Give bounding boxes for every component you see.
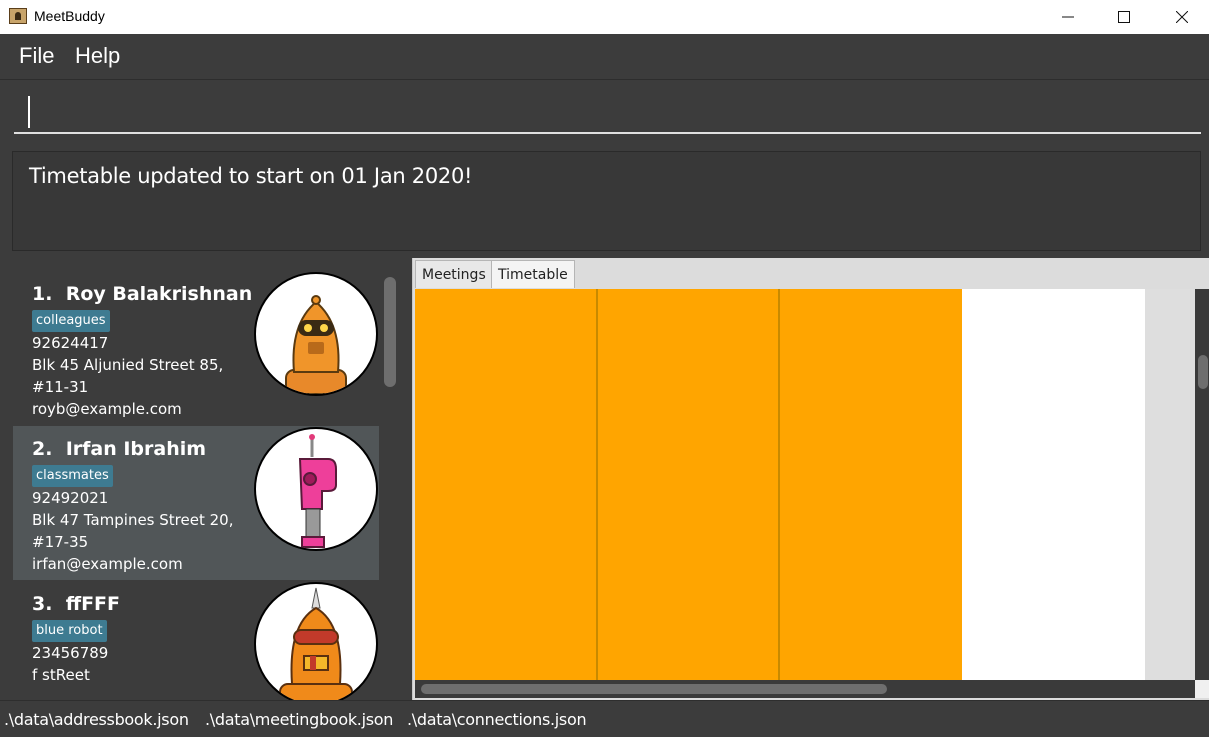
person-email: irfan@example.com [32,555,183,573]
close-icon [1176,11,1188,23]
command-area [0,80,1209,144]
status-meetingbook-path: .\data\meetingbook.json [205,710,394,729]
window-title: MeetBuddy [34,8,105,24]
timetable-empty-slot[interactable] [962,289,1144,680]
person-card[interactable]: 2. Irfan Ibrahim classmates 92492021 Blk… [13,426,379,580]
status-addressbook-path: .\data\addressbook.json [4,710,189,729]
timetable-slot[interactable] [780,289,962,680]
orange-drill-robot-avatar [254,582,378,700]
timetable-vertical-scroll-thumb[interactable] [1198,355,1208,389]
timetable-vertical-scrollbar[interactable] [1195,289,1209,680]
person-name: 3. ffFFF [32,593,121,615]
timetable-horizontal-scroll-thumb[interactable] [421,684,887,694]
command-input[interactable] [14,90,1201,134]
result-message: Timetable updated to start on 01 Jan 202… [29,164,473,188]
status-connections-path: .\data\connections.json [407,710,587,729]
orange-robot-avatar [254,272,378,396]
person-phone: 92492021 [32,489,109,507]
app-icon [9,8,27,24]
pink-robot-avatar [254,427,378,551]
person-phone: 92624417 [32,334,109,352]
person-tag: colleagues [32,310,110,332]
timetable-horizontal-scrollbar[interactable] [415,680,1195,698]
person-address-unit: #11-31 [32,378,89,396]
minimize-icon [1062,16,1074,18]
person-list-scroll-thumb[interactable] [384,277,396,387]
menu-file[interactable]: File [19,43,54,69]
person-address-unit: #17-35 [32,533,89,551]
tab-meetings[interactable]: Meetings [415,260,493,288]
tab-pane: Meetings Timetable [412,258,1209,700]
person-list[interactable]: 1. Roy Balakrishnan colleagues 92624417 … [0,259,410,700]
maximize-icon [1118,11,1130,23]
person-list-scrollbar[interactable] [379,271,401,700]
person-name: 1. Roy Balakrishnan [32,283,253,305]
person-email: royb@example.com [32,400,182,418]
menu-bar: File Help [0,34,1209,80]
tab-timetable[interactable]: Timetable [491,260,575,288]
timetable-view[interactable] [415,289,1195,680]
maximize-button[interactable] [1101,0,1147,34]
timetable-slot[interactable] [598,289,780,680]
timetable-slot[interactable] [415,289,597,680]
minimize-button[interactable] [1045,0,1091,34]
person-phone: 23456789 [32,644,109,662]
timetable-gutter [1145,289,1195,680]
scrollbar-corner [1195,680,1209,698]
menu-help[interactable]: Help [75,43,120,69]
person-tag: blue robot [32,620,107,642]
person-address: f stReet [32,666,90,684]
person-address: Blk 45 Aljunied Street 85, [32,356,224,374]
person-card[interactable]: 1. Roy Balakrishnan colleagues 92624417 … [13,271,379,425]
person-tag: classmates [32,465,113,487]
status-bar: .\data\addressbook.json .\data\meetingbo… [0,700,1209,737]
text-caret [28,96,30,128]
person-card[interactable]: 3. ffFFF blue robot 23456789 f stReet [13,581,379,700]
close-button[interactable] [1159,0,1205,34]
title-bar: MeetBuddy [0,0,1209,34]
person-name: 2. Irfan Ibrahim [32,438,207,460]
person-address: Blk 47 Tampines Street 20, [32,511,234,529]
result-display: Timetable updated to start on 01 Jan 202… [12,151,1201,251]
